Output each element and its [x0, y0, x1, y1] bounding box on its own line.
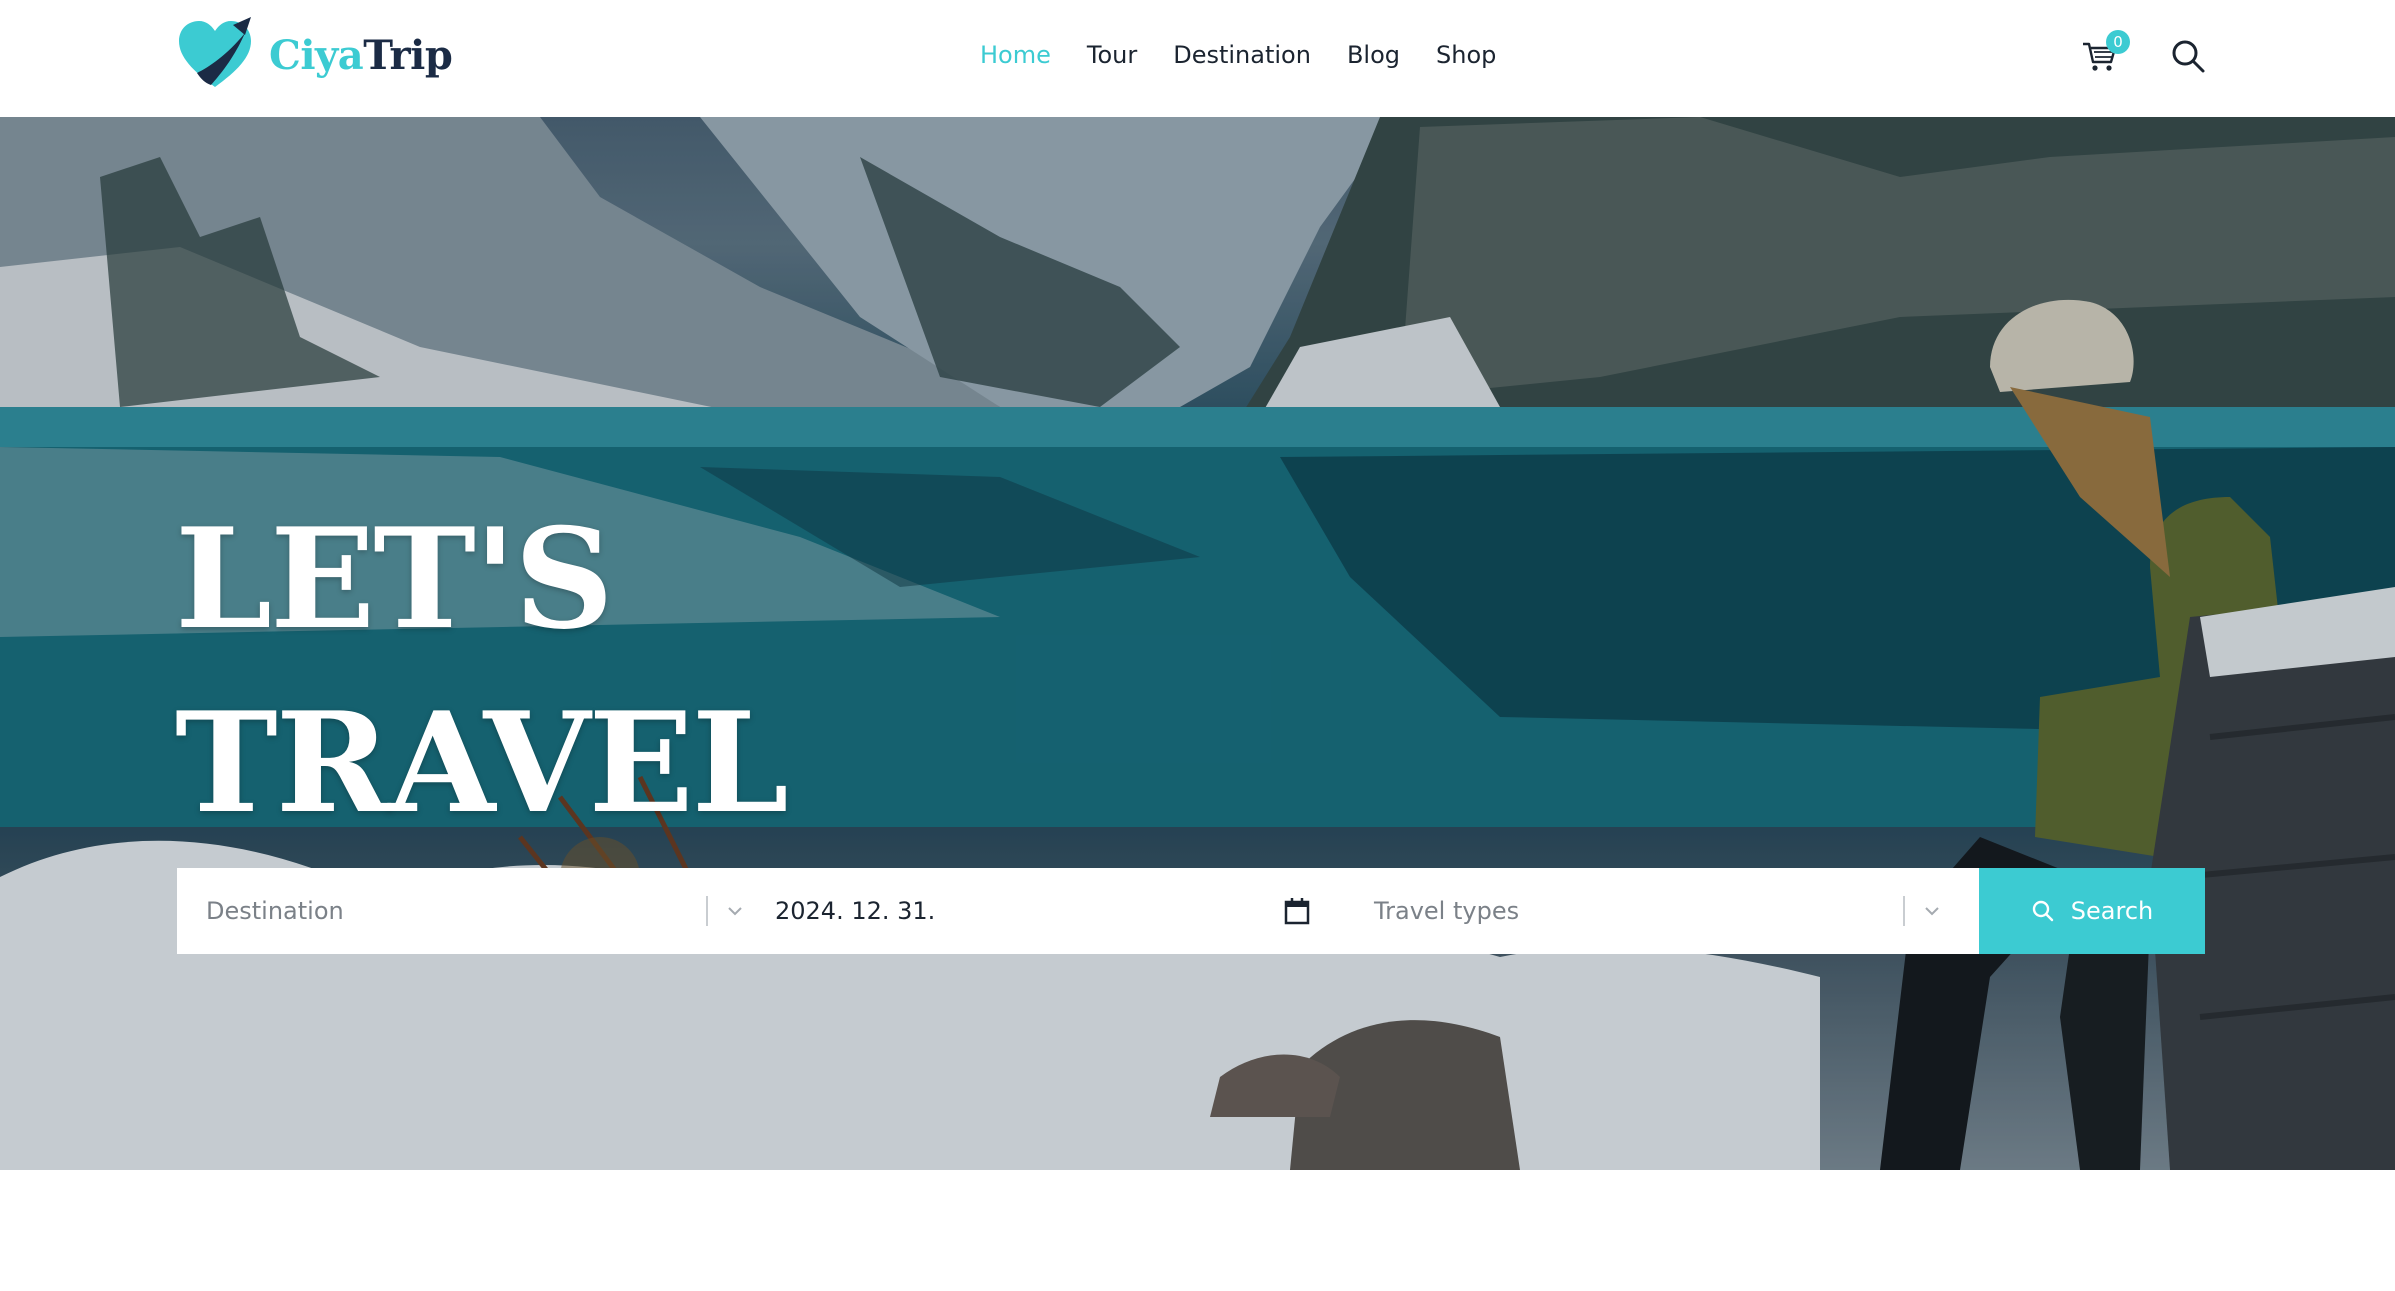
date-value: 2024. 12. 31. [775, 897, 936, 925]
travel-types-select[interactable]: Travel types [1345, 868, 1955, 954]
site-header: CiyaTrip Home Tour Destination Blog Shop… [0, 0, 2395, 117]
nav-home[interactable]: Home [980, 41, 1051, 69]
cart-count-badge: 0 [2106, 30, 2130, 54]
heart-plane-logo-icon [179, 17, 251, 87]
nav-shop[interactable]: Shop [1436, 41, 1496, 69]
destination-select[interactable]: Destination [177, 868, 747, 954]
brand-name: CiyaTrip [269, 31, 453, 79]
travel-types-placeholder: Travel types [1374, 897, 1520, 925]
hero-heading-line1: LET'S [175, 497, 614, 660]
main-nav: Home Tour Destination Blog Shop [980, 30, 1532, 80]
tour-search-form: Destination 2024. 12. 31. Travel types S… [177, 868, 2205, 954]
search-icon [2032, 900, 2053, 922]
nav-blog[interactable]: Blog [1347, 41, 1400, 69]
chevron-down-icon [728, 907, 742, 916]
hero-heading-line2: TRAVEL [175, 681, 789, 844]
hero-section: LET'S TRAVEL [0, 117, 2395, 1170]
search-icon[interactable] [2170, 38, 2206, 74]
chevron-down-icon [1925, 907, 1939, 916]
nav-tour[interactable]: Tour [1087, 41, 1137, 69]
destination-placeholder: Destination [206, 897, 344, 925]
date-field[interactable]: 2024. 12. 31. [747, 868, 1345, 954]
select-divider [706, 896, 708, 926]
calendar-icon[interactable] [1282, 896, 1312, 926]
search-button[interactable]: Search [1979, 868, 2205, 954]
search-button-label: Search [2070, 897, 2154, 925]
hero-heading: LET'S TRAVEL [175, 487, 1075, 855]
select-divider [1903, 896, 1905, 926]
brand-logo[interactable]: CiyaTrip [175, 14, 453, 96]
nav-destination[interactable]: Destination [1173, 41, 1311, 69]
